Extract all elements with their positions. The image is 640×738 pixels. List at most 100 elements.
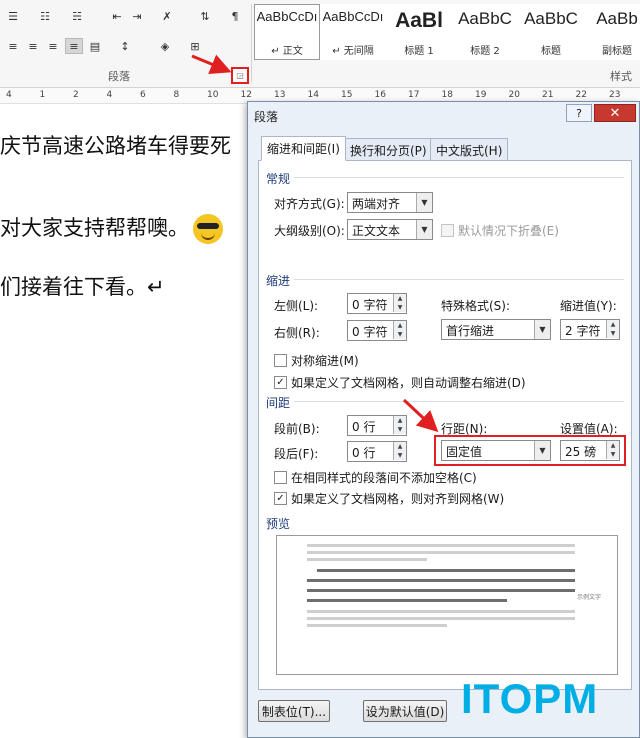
chevron-down-icon: ▼ <box>534 320 550 339</box>
style-tile[interactable]: AaBbCcDı ↵ 正文 <box>254 4 320 60</box>
multilevel-list-icon[interactable]: ☵ <box>68 8 86 24</box>
style-preview: AaBbC <box>524 9 578 28</box>
decrease-indent-icon[interactable]: ⇤ <box>108 8 126 24</box>
set-default-button[interactable]: 设为默认值(D) <box>363 700 447 722</box>
ruler-tick-label: 16 <box>374 90 386 100</box>
annotation-arrow-icon <box>191 54 232 74</box>
document-line-3: 们接着往下看。↵ <box>0 275 165 299</box>
document-line-2: 对大家支持帮帮噢。 <box>0 212 223 244</box>
indent-left-spinner[interactable]: 0 字符 ▲ ▼ <box>347 293 407 314</box>
spin-down-icon[interactable]: ▼ <box>393 303 406 312</box>
spin-down-icon[interactable]: ▼ <box>606 329 619 338</box>
ruler-tick-label: 22 <box>575 90 587 100</box>
close-button[interactable]: ✕ <box>594 104 636 122</box>
outline-level-label: 大纲级别(O): <box>274 224 345 238</box>
spin-down-icon[interactable]: ▼ <box>393 330 406 339</box>
no-space-same-style-checkbox[interactable]: 在相同样式的段落间不添加空格(C) <box>274 469 477 486</box>
group-divider <box>251 4 252 82</box>
collapse-default-checkbox[interactable]: 默认情况下折叠(E) <box>441 222 559 239</box>
snap-to-grid-checkbox[interactable]: ✓ 如果定义了文档网格，则对齐到网格(W) <box>274 490 504 507</box>
shading-icon[interactable]: ◈ <box>156 38 174 54</box>
styles-group-label: 样式 <box>610 70 632 83</box>
sunglasses-emoji-icon <box>193 214 223 244</box>
indent-right-spinner[interactable]: 0 字符 ▲ ▼ <box>347 320 407 341</box>
chevron-down-icon: ▼ <box>416 220 432 239</box>
spacing-section-title: 间距 <box>266 396 291 410</box>
align-center-icon[interactable]: ≡ <box>24 38 42 54</box>
snap-to-grid-label: 如果定义了文档网格，则对齐到网格(W) <box>291 492 505 506</box>
auto-adjust-indent-label: 如果定义了文档网格，则自动调整右缩进(D) <box>291 376 526 390</box>
bullets-icon[interactable]: ☰ <box>4 8 22 24</box>
checkbox-icon <box>274 354 287 367</box>
align-left-icon[interactable]: ≡ <box>4 38 22 54</box>
spin-up-icon[interactable]: ▲ <box>393 321 406 330</box>
style-preview: AaBb <box>596 9 638 28</box>
collapse-default-label: 默认情况下折叠(E) <box>458 224 559 238</box>
help-button[interactable]: ? <box>566 104 592 122</box>
document-line-1: 庆节高速公路堵车得要死 <box>0 134 231 158</box>
outline-level-select[interactable]: 正文文本 ▼ <box>347 219 433 240</box>
checkbox-icon <box>274 471 287 484</box>
chinese-layout-icon[interactable]: ✗ <box>158 8 176 24</box>
space-after-value: 0 行 <box>352 446 376 460</box>
dialog-title: 段落 <box>254 110 279 124</box>
ruler-tick-label: 14 <box>307 90 319 100</box>
general-section-title: 常规 <box>266 172 291 186</box>
style-name: 副标题 <box>602 46 632 57</box>
alignment-label: 对齐方式(G): <box>274 197 345 211</box>
outline-level-value: 正文文本 <box>352 224 401 238</box>
ruler-tick-label: 12 <box>240 90 252 100</box>
ruler-tick-label: 4 <box>106 90 113 100</box>
preview-prev-line <box>307 551 575 554</box>
align-right-icon[interactable]: ≡ <box>44 38 62 54</box>
distributed-icon[interactable]: ▤ <box>86 38 104 54</box>
space-after-spinner[interactable]: 0 行 ▲ ▼ <box>347 441 407 462</box>
mirror-indents-label: 对称缩进(M) <box>291 354 359 368</box>
ribbon: ☰ ☷ ☵ ⇤ ⇥ ✗ ⇅ ¶ ≡ ≡ ≡ ≡ ▤ ↕ ◈ ⊞ 段落 ◲ AaB… <box>0 0 640 88</box>
justify-icon[interactable]: ≡ <box>65 38 83 54</box>
mirror-indents-checkbox[interactable]: 对称缩进(M) <box>274 352 359 369</box>
ruler-tick-label: 1 <box>39 90 46 100</box>
preview-next-line <box>307 610 575 613</box>
style-preview: AaBbCcDı <box>256 9 318 24</box>
preview-prev-line <box>307 558 427 561</box>
special-indent-select[interactable]: 首行缩进 ▼ <box>441 319 551 340</box>
sort-icon[interactable]: ⇅ <box>196 8 214 24</box>
spin-down-icon[interactable]: ▼ <box>393 451 406 460</box>
tab-line-page-breaks[interactable]: 换行和分页(P) <box>344 138 433 161</box>
paragraph-preview: 示例文字 <box>276 535 618 675</box>
tabs-button[interactable]: 制表位(T)... <box>258 700 330 722</box>
watermark-logo: ITOPM <box>461 675 599 722</box>
indent-by-spinner[interactable]: 2 字符 ▲ ▼ <box>560 319 620 340</box>
spin-up-icon[interactable]: ▲ <box>393 442 406 451</box>
style-name: 标题 1 <box>404 46 434 57</box>
ruler-tick-label: 15 <box>341 90 353 100</box>
tab-asian-typography[interactable]: 中文版式(H) <box>430 138 509 161</box>
ruler-tick-label: 18 <box>441 90 453 100</box>
alignment-select[interactable]: 两端对齐 ▼ <box>347 192 433 213</box>
tab-indents-spacing[interactable]: 缩进和间距(I) <box>261 136 346 161</box>
style-tile[interactable]: AaBl 标题 1 <box>386 4 452 60</box>
style-tile[interactable]: AaBbC 标题 2 <box>452 4 518 60</box>
paragraph-dialog: 段落 ? ✕ 缩进和间距(I) 换行和分页(P) 中文版式(H) 常规 对齐方式… <box>247 101 640 738</box>
spin-up-icon[interactable]: ▲ <box>393 294 406 303</box>
style-preview: AaBbC <box>458 9 512 28</box>
increase-indent-icon[interactable]: ⇥ <box>128 8 146 24</box>
show-marks-icon[interactable]: ¶ <box>226 8 244 24</box>
preview-sample-line <box>307 599 507 602</box>
section-divider <box>294 177 624 178</box>
auto-adjust-indent-checkbox[interactable]: ✓ 如果定义了文档网格，则自动调整右缩进(D) <box>274 374 526 391</box>
ruler-tick-label: 20 <box>508 90 520 100</box>
style-tile[interactable]: AaBbCcDı ↵ 无间隔 <box>320 4 386 60</box>
section-divider <box>294 401 624 402</box>
style-tile[interactable]: AaBb 副标题 <box>584 4 640 60</box>
preview-sample-line <box>317 569 575 572</box>
style-tile[interactable]: AaBbC 标题 <box>518 4 584 60</box>
ruler-tick-label: 23 <box>609 90 621 100</box>
line-spacing-icon[interactable]: ↕ <box>116 38 134 54</box>
spin-up-icon[interactable]: ▲ <box>606 320 619 329</box>
preview-prev-line <box>307 544 575 547</box>
numbering-icon[interactable]: ☷ <box>36 8 54 24</box>
ruler-tick-label: 6 <box>140 90 146 100</box>
special-indent-label: 特殊格式(S): <box>441 299 511 313</box>
